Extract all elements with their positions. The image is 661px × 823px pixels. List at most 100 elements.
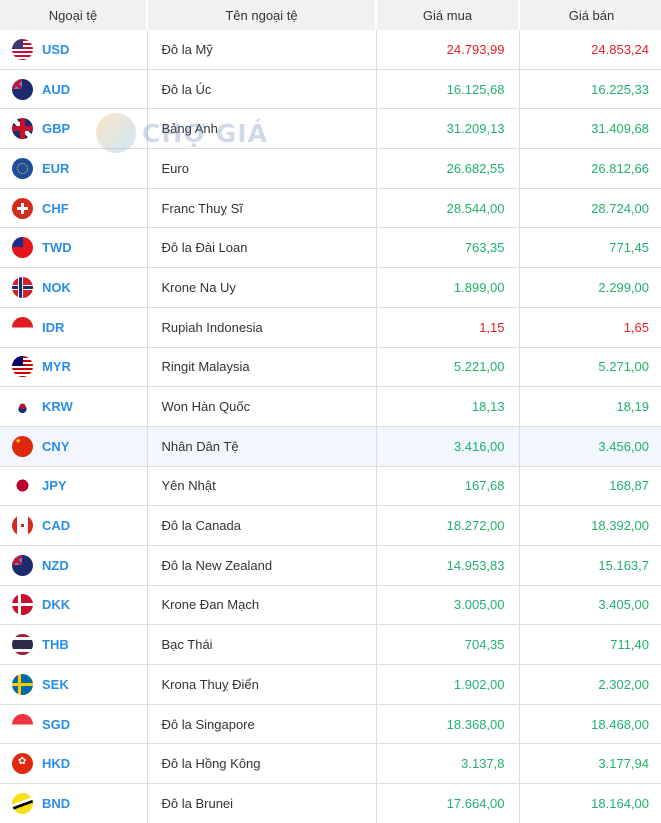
table-row[interactable]: CAD Đô la Canada 18.272,00 18.392,00 (0, 505, 661, 546)
currency-cell: KRW (0, 386, 148, 427)
currency-code-link[interactable]: NZD (42, 558, 69, 573)
currency-code-link[interactable]: HKD (42, 756, 70, 771)
table-row[interactable]: AUD Đô la Úc 16.125,68 16.225,33 (0, 68, 661, 109)
id-flag-icon (12, 316, 33, 338)
currency-code-link[interactable]: USD (42, 42, 69, 57)
buy-price: 28.544,00 (376, 187, 520, 228)
currency-name: Đô la Hồng Kông (147, 743, 377, 784)
currency-code-link[interactable]: CNY (42, 439, 69, 454)
currency-name: Bảng Anh (147, 108, 377, 149)
currency-code-link[interactable]: AUD (42, 82, 70, 97)
table-row[interactable]: CNY Nhân Dân Tệ3.416,003.456,00 (0, 425, 661, 467)
currency-code-link[interactable]: THB (42, 637, 69, 652)
buy-price: 24.793,99 (376, 30, 520, 70)
currency-code-link[interactable]: CHF (42, 201, 69, 216)
jp-flag-icon (12, 475, 33, 497)
se-flag-icon (12, 673, 33, 695)
currency-name: Krona Thuỵ Điển (147, 664, 377, 705)
table-row[interactable]: KRW Won Hàn Quốc 18,13 18,19 (0, 386, 661, 427)
buy-price: 3.005,00 (376, 584, 520, 625)
sell-price: 18.468,00 (519, 703, 661, 744)
buy-price: 3.137,8 (376, 743, 520, 784)
tw-flag-icon (12, 237, 33, 259)
buy-price: 18.272,00 (376, 505, 520, 546)
currency-name: Krone Na Uy (147, 267, 377, 308)
table-row[interactable]: SGD Đô la Singapore 18.368,00 18.468,00 (0, 703, 661, 744)
currency-name: Franc Thuỵ Sĩ (147, 187, 377, 228)
currency-name: Đô la Singapore (147, 703, 377, 744)
exchange-rate-table: Ngoại tệ Tên ngoại tệ Giá mua Giá bán US… (0, 0, 661, 823)
table-row[interactable]: SEK Krona Thuỵ Điển 1.902,00 2.302,00 (0, 664, 661, 705)
table-header-row: Ngoại tệ Tên ngoại tệ Giá mua Giá bán (0, 0, 661, 30)
sell-price: 26.812,66 (519, 148, 661, 189)
currency-code-link[interactable]: SEK (42, 677, 69, 692)
sell-price: 2.299,00 (519, 267, 661, 308)
table-row[interactable]: DKK Krone Đan Mạch 3.005,00 3.405,00 (0, 584, 661, 625)
currency-name: Đô la Đài Loan (147, 227, 377, 268)
buy-price: 16.125,68 (376, 68, 520, 109)
table-row[interactable]: CHF Franc Thuỵ Sĩ 28.544,00 28.724,00 (0, 187, 661, 228)
table-row[interactable]: MYR Ringit Malaysia 5.221,00 5.271,00 (0, 346, 661, 387)
table-row[interactable]: GBP Bảng Anh 31.209,13 31.409,68 (0, 108, 661, 149)
currency-cell: NZD (0, 544, 148, 586)
currency-code-link[interactable]: BND (42, 796, 70, 811)
eu-flag-icon (12, 157, 33, 179)
sell-price: 28.724,00 (519, 187, 661, 228)
buy-price: 14.953,83 (376, 544, 520, 586)
currency-code-link[interactable]: DKK (42, 597, 70, 612)
currency-code-link[interactable]: CAD (42, 518, 70, 533)
currency-code-link[interactable]: GBP (42, 121, 70, 136)
bn-flag-icon (12, 792, 33, 814)
gb-flag-icon (12, 118, 33, 140)
header-currency-name[interactable]: Tên ngoại tệ (147, 0, 377, 30)
currency-code-link[interactable]: NOK (42, 280, 71, 295)
table-row[interactable]: HKD Đô la Hồng Kông3.137,83.177,94 (0, 743, 661, 784)
sell-price: 168,87 (519, 465, 661, 506)
header-buy-price[interactable]: Giá mua (376, 0, 520, 30)
nz-flag-icon (12, 554, 33, 576)
sell-price: 31.409,68 (519, 108, 661, 149)
currency-code-link[interactable]: TWD (42, 240, 72, 255)
sell-price: 1,65 (519, 306, 661, 347)
currency-cell: GBP (0, 108, 148, 149)
currency-code-link[interactable]: SGD (42, 717, 70, 732)
sell-price: 16.225,33 (519, 68, 661, 109)
currency-code-link[interactable]: MYR (42, 359, 71, 374)
table-row[interactable]: BND Đô la Brunei 17.664,00 18.164,00 (0, 783, 661, 823)
currency-cell: DKK (0, 584, 148, 625)
buy-price: 18,13 (376, 386, 520, 427)
currency-cell: USD (0, 30, 148, 70)
sell-price: 711,40 (519, 624, 661, 665)
currency-name: Bạc Thái (147, 624, 377, 665)
sell-price: 5.271,00 (519, 346, 661, 387)
currency-cell: AUD (0, 68, 148, 109)
sell-price: 18.164,00 (519, 783, 661, 823)
th-flag-icon (12, 634, 33, 656)
currency-name: Krone Đan Mạch (147, 584, 377, 625)
currency-code-link[interactable]: IDR (42, 320, 64, 335)
header-currency[interactable]: Ngoại tệ (0, 0, 148, 30)
currency-cell: CNY (0, 425, 148, 467)
currency-code-link[interactable]: EUR (42, 161, 69, 176)
ch-flag-icon (12, 197, 33, 219)
currency-cell: EUR (0, 148, 148, 189)
table-row[interactable]: USD Đô la Mỹ 24.793,99 24.853,24 (0, 30, 661, 70)
currency-cell: SEK (0, 664, 148, 705)
table-row[interactable]: NZD Đô la New Zealand 14.953,83 15.163,7 (0, 544, 661, 586)
table-row[interactable]: TWD Đô la Đài Loan 763,35 771,45 (0, 227, 661, 268)
table-row[interactable]: THB Bạc Thái 704,35 711,40 (0, 624, 661, 665)
currency-name: Đô la Canada (147, 505, 377, 546)
currency-code-link[interactable]: JPY (42, 478, 67, 493)
sell-price: 18,19 (519, 386, 661, 427)
sell-price: 3.405,00 (519, 584, 661, 625)
sg-flag-icon (12, 713, 33, 735)
buy-price: 167,68 (376, 465, 520, 506)
table-row[interactable]: IDR Rupiah Indonesia 1,15 1,65 (0, 306, 661, 347)
header-sell-price[interactable]: Giá bán (519, 0, 661, 30)
currency-name: Euro (147, 148, 377, 189)
table-row[interactable]: NOK Krone Na Uy 1.899,00 2.299,00 (0, 267, 661, 308)
table-row[interactable]: JPY Yên Nhật 167,68 168,87 (0, 465, 661, 506)
table-row[interactable]: EUR Euro 26.682,55 26.812,66 (0, 148, 661, 189)
sell-price: 15.163,7 (519, 544, 661, 586)
currency-code-link[interactable]: KRW (42, 399, 73, 414)
